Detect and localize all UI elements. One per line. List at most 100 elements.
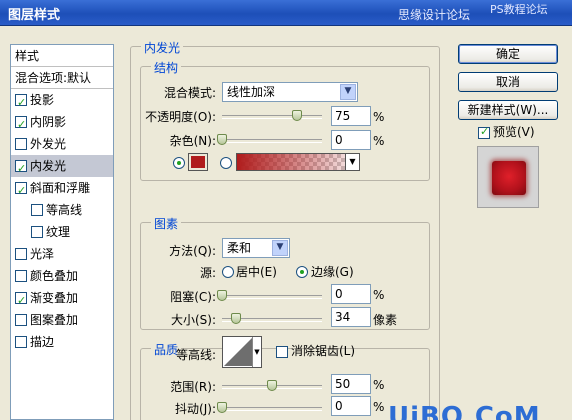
- new-style-button[interactable]: 新建样式(W)...: [458, 100, 558, 120]
- chevron-down-icon[interactable]: ▼: [272, 240, 288, 256]
- style-item-checkbox[interactable]: [31, 204, 43, 216]
- opacity-input[interactable]: 75: [331, 106, 371, 126]
- style-item-checkbox[interactable]: [15, 290, 27, 312]
- contour-picker[interactable]: ▼: [222, 336, 262, 368]
- jitter-slider-thumb[interactable]: [217, 402, 227, 413]
- opacity-slider[interactable]: [222, 110, 322, 121]
- style-item-checkbox[interactable]: [15, 158, 27, 180]
- watermark-top: 思缘设计论坛: [398, 8, 471, 22]
- opacity-label: 不透明度(O):: [145, 110, 216, 124]
- style-item-label: 渐变叠加: [30, 291, 79, 305]
- contour-dropdown-icon[interactable]: ▼: [252, 337, 261, 367]
- jitter-label: 抖动(J):: [175, 402, 216, 416]
- noise-slider[interactable]: [217, 134, 322, 145]
- range-unit: %: [373, 378, 385, 392]
- range-slider[interactable]: [222, 380, 322, 391]
- style-list-header[interactable]: 样式: [11, 45, 113, 67]
- choke-label: 阻塞(C):: [170, 290, 216, 304]
- choke-slider[interactable]: [217, 290, 322, 301]
- range-input[interactable]: 50: [331, 374, 371, 394]
- size-slider-thumb[interactable]: [231, 313, 241, 324]
- window-title: 图层样式: [8, 8, 61, 23]
- style-item-label: 内阴影: [30, 115, 67, 129]
- style-item-checkbox[interactable]: [15, 248, 27, 260]
- style-item[interactable]: 光泽: [11, 243, 113, 265]
- elements-title: 图素: [151, 215, 182, 232]
- style-item[interactable]: 等高线: [11, 199, 113, 221]
- style-item[interactable]: 图案叠加: [11, 309, 113, 331]
- size-input[interactable]: 34: [331, 307, 371, 327]
- preview-checkbox[interactable]: [478, 125, 490, 139]
- ok-button[interactable]: 确定: [458, 44, 558, 64]
- style-list: 样式 混合选项:默认 投影内阴影外发光内发光斜面和浮雕等高线纹理光泽颜色叠加渐变…: [10, 44, 114, 420]
- source-center-radio[interactable]: [222, 266, 234, 278]
- style-item[interactable]: 内阴影: [11, 111, 113, 136]
- choke-slider-thumb[interactable]: [217, 290, 227, 301]
- blend-mode-label: 混合模式:: [163, 86, 216, 100]
- jitter-input[interactable]: 0: [331, 396, 371, 416]
- method-select[interactable]: 柔和 ▼: [222, 238, 290, 258]
- choke-input[interactable]: 0: [331, 284, 371, 304]
- style-item-label: 图案叠加: [30, 313, 79, 327]
- source-edge-label[interactable]: 边缘(G): [311, 262, 354, 282]
- title-bar: 图层样式 思缘设计论坛 PS教程论坛: [0, 0, 572, 26]
- source-center-label[interactable]: 居中(E): [236, 262, 277, 282]
- style-item-checkbox[interactable]: [15, 114, 27, 136]
- source-label: 源:: [199, 266, 216, 280]
- size-slider[interactable]: [222, 313, 322, 324]
- structure-title: 结构: [151, 59, 182, 76]
- gradient-dropdown-icon[interactable]: ▼: [345, 154, 359, 170]
- style-item[interactable]: 内发光: [11, 155, 113, 180]
- style-item-checkbox[interactable]: [31, 226, 43, 238]
- noise-input[interactable]: 0: [331, 130, 371, 150]
- glow-color-swatch[interactable]: [188, 153, 208, 171]
- gradient-radio[interactable]: [220, 157, 232, 169]
- source-edge-radio[interactable]: [296, 266, 308, 278]
- style-item-checkbox[interactable]: [15, 138, 27, 150]
- style-item-label: 斜面和浮雕: [30, 181, 91, 195]
- preview-label[interactable]: 预览(V): [493, 122, 535, 142]
- jitter-unit: %: [373, 400, 385, 414]
- style-item-checkbox[interactable]: [15, 180, 27, 202]
- watermark-top-right: PS教程论坛: [490, 3, 548, 16]
- layer-style-dialog: 样式 混合选项:默认 投影内阴影外发光内发光斜面和浮雕等高线纹理光泽颜色叠加渐变…: [0, 26, 572, 420]
- preview-swatch: [492, 161, 526, 195]
- style-item[interactable]: 颜色叠加: [11, 265, 113, 287]
- style-item[interactable]: 投影: [11, 89, 113, 114]
- gradient-picker[interactable]: ▼: [236, 153, 360, 171]
- contour-label: 等高线:: [175, 348, 216, 362]
- range-slider-thumb[interactable]: [267, 380, 277, 391]
- antialias-checkbox[interactable]: [276, 346, 288, 358]
- antialias-label[interactable]: 消除锯齿(L): [291, 341, 355, 361]
- cancel-button[interactable]: 取消: [458, 72, 558, 92]
- style-item-label: 投影: [30, 93, 55, 107]
- noise-unit: %: [373, 134, 385, 148]
- opacity-unit: %: [373, 110, 385, 124]
- style-item[interactable]: 斜面和浮雕: [11, 177, 113, 202]
- style-item-label: 外发光: [30, 137, 67, 151]
- chevron-down-icon[interactable]: ▼: [340, 84, 356, 100]
- blend-mode-select[interactable]: 线性加深 ▼: [222, 82, 358, 102]
- solid-color-radio[interactable]: [173, 157, 185, 169]
- style-item[interactable]: 外发光: [11, 133, 113, 155]
- opacity-slider-thumb[interactable]: [292, 110, 302, 121]
- style-item[interactable]: 描边: [11, 331, 113, 353]
- style-item[interactable]: 纹理: [11, 221, 113, 243]
- style-item-checkbox[interactable]: [15, 336, 27, 348]
- style-item[interactable]: 渐变叠加: [11, 287, 113, 312]
- range-label: 范围(R):: [170, 380, 216, 394]
- inner-glow-title: 内发光: [141, 39, 184, 56]
- choke-unit: %: [373, 288, 385, 302]
- style-item-checkbox[interactable]: [15, 92, 27, 114]
- noise-slider-thumb[interactable]: [217, 134, 227, 145]
- style-item-label: 等高线: [46, 203, 83, 217]
- noise-label: 杂色(N):: [169, 134, 216, 148]
- method-label: 方法(Q):: [169, 244, 216, 258]
- blend-options-item[interactable]: 混合选项:默认: [11, 67, 113, 89]
- style-item-label: 内发光: [30, 159, 67, 173]
- style-item-checkbox[interactable]: [15, 314, 27, 326]
- style-preview: [477, 146, 539, 208]
- method-value: 柔和: [227, 241, 252, 255]
- style-item-checkbox[interactable]: [15, 270, 27, 282]
- jitter-slider[interactable]: [217, 402, 322, 413]
